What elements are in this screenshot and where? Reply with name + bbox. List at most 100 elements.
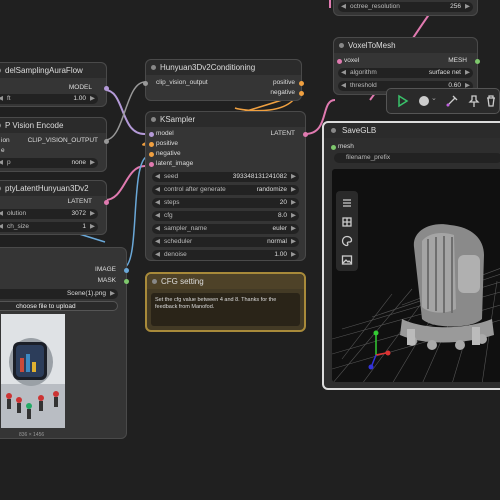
scheduler-widget[interactable]: ◀ scheduler normal ▶ — [152, 237, 299, 247]
clip-vision-encode-node[interactable]: P Vision Encode ion CLIP_VISION_OUTPUT e… — [0, 117, 109, 172]
empty-latent-hunyuan3dv2-node[interactable]: ptyLatentHunyuan3Dv2 LATENT ◀ olution 3072… — [0, 180, 109, 235]
collapse-dot-icon[interactable] — [0, 186, 1, 191]
crop-widget[interactable]: ◀ p none ▶ — [0, 158, 98, 168]
input-positive-label: positive — [156, 140, 179, 147]
collapse-dot-icon[interactable] — [152, 279, 157, 284]
output-positive-socket[interactable] — [299, 81, 304, 86]
seed-widget[interactable]: ◀ seed 393348131241082 ▶ — [152, 172, 299, 182]
output-model-socket[interactable] — [104, 86, 109, 91]
trash-icon[interactable] — [485, 94, 497, 108]
save-glb-node[interactable]: SaveGLB mesh filename_prefix — [322, 121, 500, 390]
algorithm-widget[interactable]: ◀ algorithm surface net ▶ — [338, 68, 473, 78]
input-mesh-socket[interactable] — [331, 145, 336, 150]
collapse-dot-icon[interactable] — [151, 117, 156, 122]
widget-label: octree_resolution — [350, 3, 400, 10]
collapse-dot-icon[interactable] — [0, 123, 1, 128]
shift-widget[interactable]: ◀ ft 1.00 ▶ — [0, 94, 98, 104]
collapse-dot-icon[interactable] — [331, 128, 336, 133]
output-mesh-label: MESH — [448, 57, 467, 64]
output-model-label: MODEL — [68, 84, 92, 91]
title-text: Hunyuan3Dv2Conditioning — [160, 63, 256, 72]
collapse-dot-icon[interactable] — [151, 65, 156, 70]
widget-value: randomize — [256, 186, 287, 193]
input-clip-vision-label: clip_vision_output — [156, 79, 208, 86]
output-clip-vision-label: CLIP_VISION_OUTPUT — [27, 137, 98, 144]
octree-resolution-node[interactable]: ◀ octree_resolution 256 ▶ — [333, 0, 478, 16]
image-size-caption: 836 × 1456 — [19, 432, 45, 438]
widget-label: steps — [164, 199, 180, 206]
hunyuan3dv2-conditioning-node[interactable]: Hunyuan3Dv2Conditioning clip_vision_outp… — [143, 59, 304, 101]
pin-icon[interactable] — [467, 94, 481, 108]
widget-label: threshold — [350, 82, 377, 89]
input-clip-vision-label: ion — [1, 137, 10, 144]
widget-value: 1 — [82, 223, 86, 230]
output-image-socket[interactable] — [124, 268, 129, 273]
output-latent-socket[interactable] — [104, 200, 109, 205]
input-voxel-socket[interactable] — [337, 59, 342, 64]
node-title: delSamplingAuraFlow — [0, 63, 106, 78]
output-negative-socket[interactable] — [299, 91, 304, 96]
collapse-dot-icon[interactable] — [0, 68, 1, 73]
widget-label: seed — [164, 173, 179, 180]
play-icon[interactable] — [395, 94, 409, 108]
input-latent-image-label: latent_image — [156, 160, 194, 167]
widget-label: algorithm — [350, 69, 377, 76]
cfg-widget[interactable]: ◀ cfg 8.0 ▶ — [152, 211, 299, 221]
input-positive-socket[interactable] — [149, 142, 154, 147]
bypass-pen-icon[interactable] — [445, 94, 459, 108]
input-model-socket[interactable] — [149, 132, 154, 137]
cfg-setting-note[interactable]: CFG setting Set the cfg value between 4 … — [145, 272, 306, 332]
input-model-label: model — [156, 130, 174, 137]
note-textarea[interactable]: Set the cfg value between 4 and 8. Thank… — [151, 293, 300, 326]
input-negative-socket[interactable] — [149, 152, 154, 157]
load-image-node[interactable]: IMAGE MASK Scene(1).png ▶ choose file to … — [0, 247, 129, 439]
title-text: KSampler — [160, 115, 196, 124]
3d-scene — [332, 224, 500, 382]
upload-label: choose file to upload — [16, 303, 76, 310]
input-clip-vision-socket[interactable] — [143, 81, 148, 86]
chevron-down-icon[interactable]: ⌄ — [431, 94, 437, 102]
output-mask-label: MASK — [97, 277, 116, 284]
widget-label: ch_size — [7, 223, 30, 230]
widget-value: euler — [272, 225, 287, 232]
octree-resolution-widget[interactable]: ◀ octree_resolution 256 ▶ — [338, 2, 473, 12]
node-title: CFG setting — [147, 274, 304, 289]
title-text: delSamplingAuraFlow — [5, 66, 83, 75]
node-title: ptyLatentHunyuan3Dv2 — [0, 181, 106, 196]
sampler-name-widget[interactable]: ◀ sampler_name euler ▶ — [152, 224, 299, 234]
selection-toolbox: ⌄ — [386, 88, 500, 114]
output-latent-label: LATENT — [67, 198, 92, 205]
input-latent-image-socket[interactable] — [149, 162, 154, 167]
widget-value: 256 — [450, 3, 461, 10]
widget-value: 393348131241082 — [232, 173, 287, 180]
batch-size-widget[interactable]: ◀ ch_size 1 ▶ — [0, 222, 98, 232]
node-title: VoxelToMesh — [334, 38, 477, 53]
file-value: Scene(1).png — [66, 290, 106, 297]
input-negative-label: negative — [156, 150, 181, 157]
image-file-widget[interactable]: Scene(1).png ▶ — [0, 289, 118, 299]
collapse-dot-icon[interactable] — [339, 43, 344, 48]
filename-prefix-widget[interactable]: filename_prefix — [334, 153, 500, 163]
output-socket[interactable] — [104, 139, 109, 144]
output-mesh-socket[interactable] — [475, 59, 480, 64]
node-title: P Vision Encode — [0, 118, 106, 133]
node-title: Hunyuan3Dv2Conditioning — [146, 60, 301, 75]
steps-widget[interactable]: ◀ steps 20 ▶ — [152, 198, 299, 208]
color-circle-icon[interactable] — [419, 96, 429, 106]
ksampler-node[interactable]: KSampler model positive negative latent_… — [145, 111, 308, 261]
widget-label: scheduler — [164, 238, 193, 245]
output-mask-socket[interactable] — [124, 279, 129, 284]
widget-label: ft — [7, 95, 11, 102]
widget-value: surface net — [428, 69, 461, 76]
control-after-generate-widget[interactable]: ◀ control after generate randomize ▶ — [152, 185, 299, 195]
denoise-widget[interactable]: ◀ denoise 1.00 ▶ — [152, 250, 299, 260]
3d-viewer[interactable] — [332, 169, 500, 382]
widget-value: none — [71, 159, 86, 166]
voxel-to-mesh-node[interactable]: VoxelToMesh voxel MESH ◀ algorithm surface… — [333, 37, 480, 95]
widget-label: control after generate — [164, 186, 226, 193]
resolution-widget[interactable]: ◀ olution 3072 ▶ — [0, 209, 98, 219]
upload-button[interactable]: choose file to upload — [0, 301, 118, 311]
model-sampling-aura-flow-node[interactable]: delSamplingAuraFlow MODEL ◀ ft 1.00 ▶ — [0, 62, 109, 107]
output-latent-socket[interactable] — [303, 132, 308, 137]
widget-value: 3072 — [71, 210, 86, 217]
